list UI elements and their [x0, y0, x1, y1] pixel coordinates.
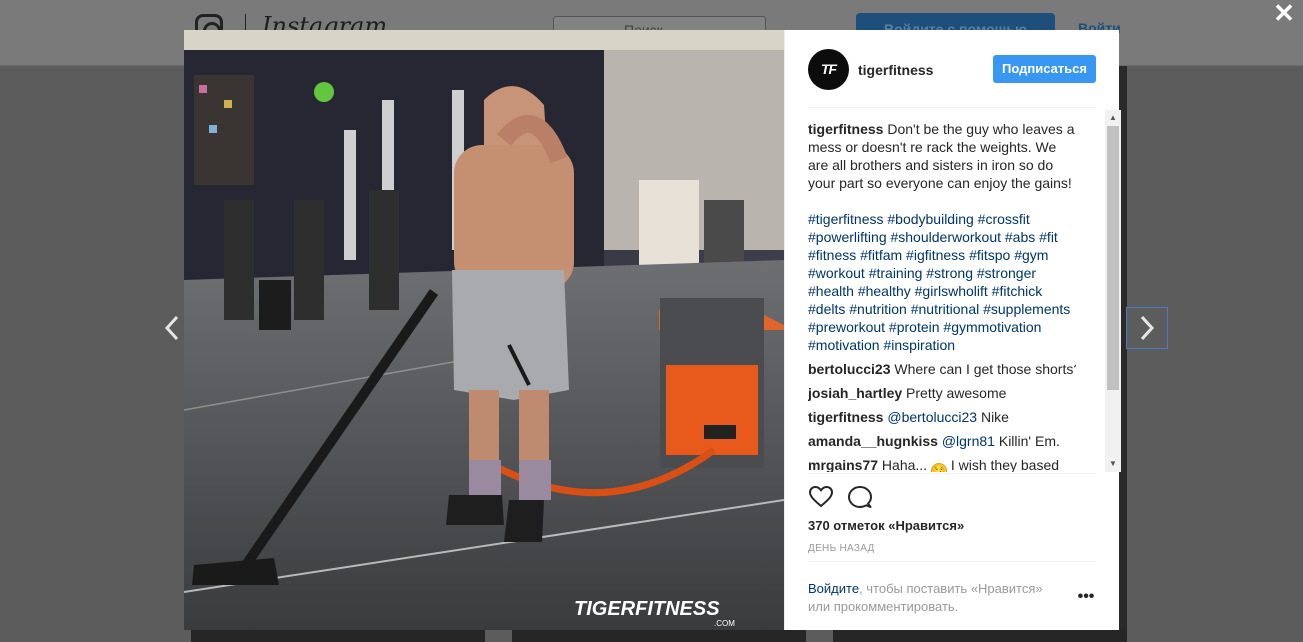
divider: [808, 561, 1096, 562]
speech-bubble-icon: [848, 486, 872, 508]
comment-username[interactable]: mrgains77: [808, 457, 878, 472]
post-hashtags[interactable]: #tigerfitness #bodybuilding #crossfit #p…: [808, 210, 1076, 354]
comment-text: Haha...: [878, 457, 931, 472]
comment: mrgains77 Haha... 😏 I wish they based: [808, 456, 1076, 472]
scroll-down-arrow-icon[interactable]: ▼: [1105, 456, 1121, 472]
comment: amanda__hugnkiss @lgrn81 Killin' Em.: [808, 432, 1076, 450]
avatar[interactable]: TF: [808, 49, 849, 90]
comment-text: Pretty awesome: [902, 385, 1007, 401]
close-icon[interactable]: ✕: [1272, 0, 1296, 26]
like-button[interactable]: [808, 484, 834, 510]
comment-username[interactable]: josiah_hartley: [808, 385, 902, 401]
photo-watermark-sub: .COM: [714, 619, 735, 628]
heart-outline-icon: [808, 485, 834, 508]
comment: bertolucci23 Where can I get those short…: [808, 360, 1076, 378]
comment-mention[interactable]: @lgrn81: [938, 433, 995, 449]
chevron-left-icon: [164, 315, 179, 341]
background-grid-tile: [512, 630, 806, 642]
divider: [808, 473, 1096, 474]
comments-list[interactable]: tigerfitness Don't be the guy who leaves…: [808, 120, 1076, 472]
comment-username[interactable]: bertolucci23: [808, 361, 890, 377]
comment: tigerfitness @bertolucci23 Nike: [808, 408, 1076, 426]
background-grid-tile: [833, 630, 1127, 642]
post-side-panel: TF tigerfitness Подписаться tigerfitness…: [784, 30, 1121, 630]
instagram-wordmark: Instagram: [262, 12, 388, 32]
more-options-icon[interactable]: •••: [1076, 589, 1096, 605]
comment-username[interactable]: amanda__hugnkiss: [808, 433, 938, 449]
comment-text: I wish they based: [946, 457, 1060, 472]
scroll-up-arrow-icon[interactable]: ▲: [1105, 110, 1121, 126]
previous-post-button[interactable]: [160, 312, 186, 344]
comment-username[interactable]: tigerfitness: [808, 409, 883, 425]
comment-mention[interactable]: @bertolucci23: [883, 409, 977, 425]
post-caption: tigerfitness Don't be the guy who leaves…: [808, 120, 1076, 192]
comment-text: Killin' Em.: [994, 433, 1060, 449]
comment-button[interactable]: [847, 484, 873, 510]
post-header: TF tigerfitness Подписаться: [785, 30, 1120, 108]
smirk-emoji-icon: 😏: [930, 463, 947, 472]
login-link[interactable]: Войдите: [808, 581, 859, 596]
caption-username[interactable]: tigerfitness: [808, 121, 883, 137]
post-timestamp[interactable]: ДЕНЬ НАЗАД: [808, 543, 875, 554]
post-photo[interactable]: TIGERFITNESS .COM: [184, 30, 784, 630]
photo-watermark: TIGERFITNESS: [574, 598, 720, 620]
comment-text: Nike: [977, 409, 1009, 425]
post-modal: TIGERFITNESS .COM TF tigerfitness Подпис…: [184, 30, 1121, 630]
avatar-logo: TF: [820, 61, 837, 77]
scrollbar-thumb[interactable]: [1107, 126, 1119, 390]
next-post-button[interactable]: [1126, 307, 1168, 349]
login-prompt: Войдите, чтобы поставить «Нравится» или …: [808, 580, 1068, 616]
gym-photo-illustration: TIGERFITNESS .COM: [184, 30, 784, 630]
likes-count[interactable]: 370 отметок «Нравится»: [808, 518, 964, 533]
comment: josiah_hartley Pretty awesome: [808, 384, 1076, 402]
comment-text: Where can I get those shorts?: [890, 361, 1076, 377]
follow-button[interactable]: Подписаться: [993, 55, 1096, 83]
background-grid-tile: [191, 630, 485, 642]
divider: [808, 107, 1096, 108]
post-author-username[interactable]: tigerfitness: [858, 62, 933, 78]
chevron-right-icon: [1140, 315, 1155, 341]
